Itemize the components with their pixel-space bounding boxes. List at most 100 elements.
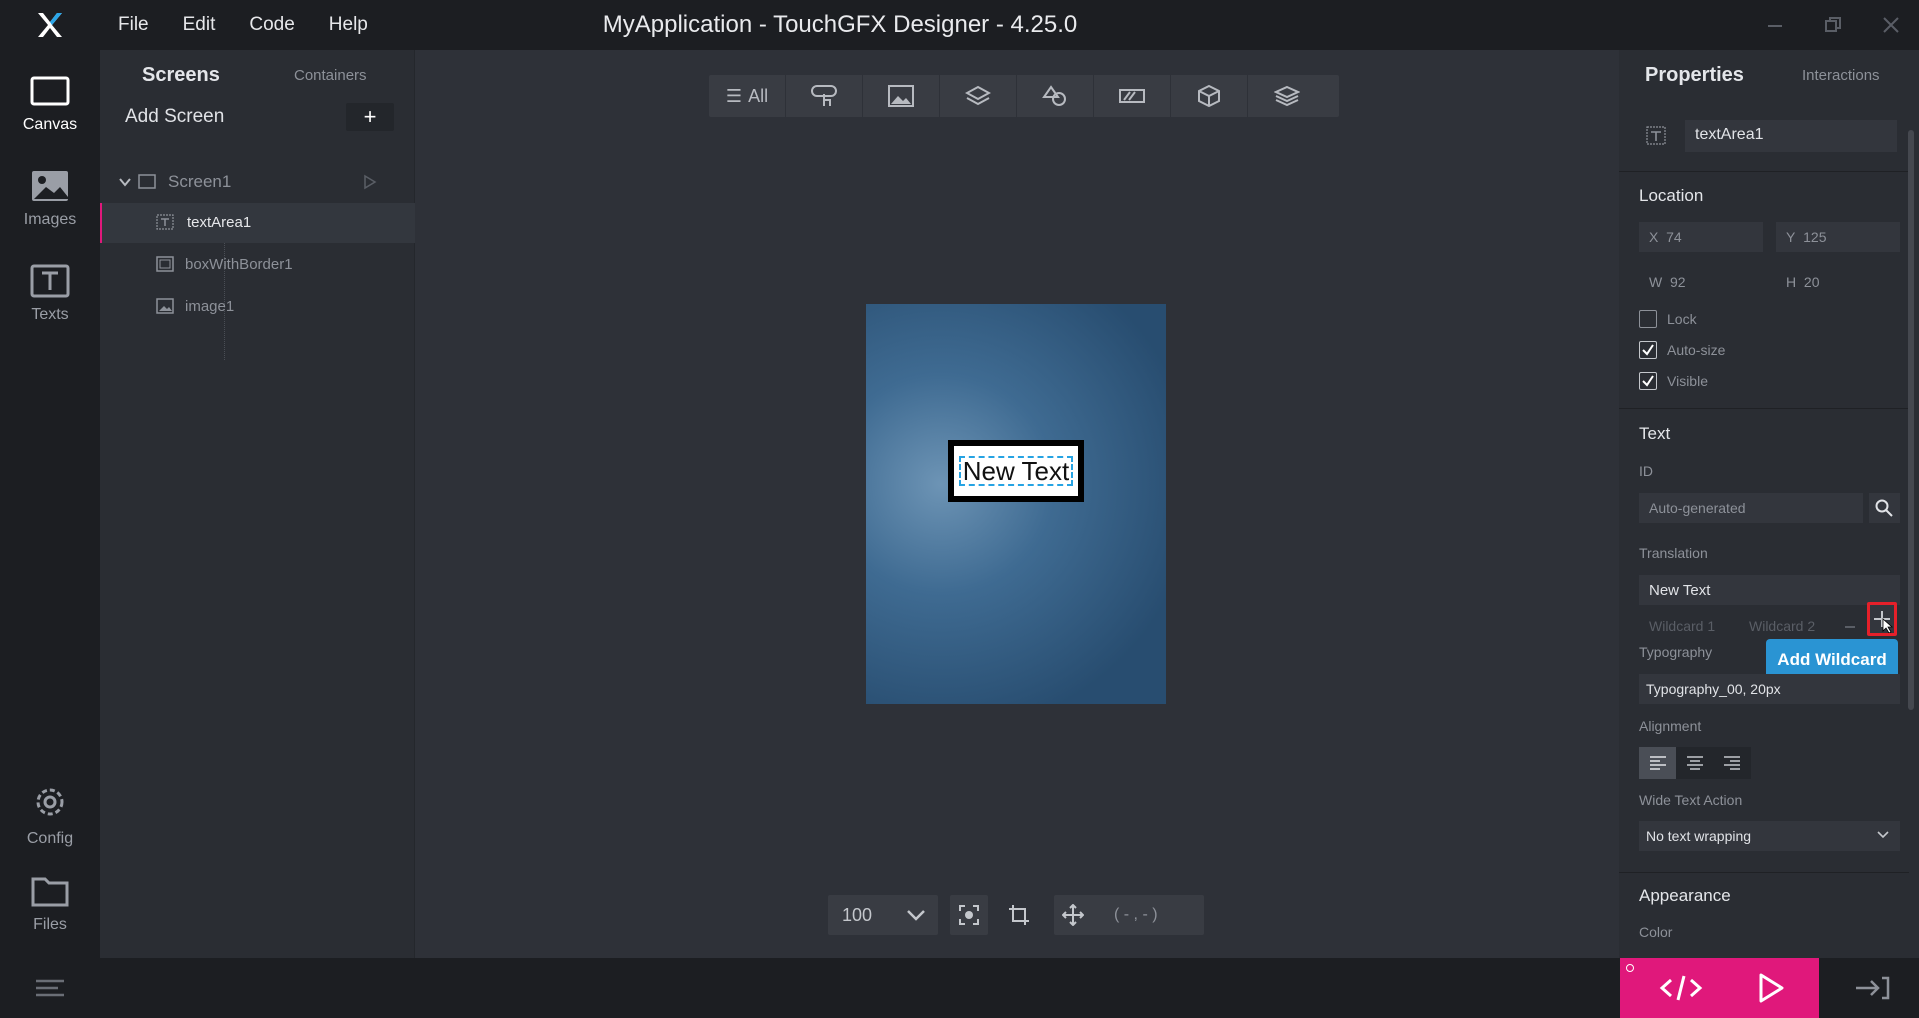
id-label: ID — [1639, 463, 1653, 479]
wide-text-select[interactable]: No text wrapping — [1639, 821, 1900, 851]
tab-properties[interactable]: Properties — [1645, 64, 1744, 87]
checkmark-icon — [1642, 375, 1654, 387]
image-icon — [156, 298, 174, 314]
lock-checkbox[interactable] — [1639, 310, 1657, 328]
rail-config[interactable]: Config — [0, 770, 100, 850]
canvas-icon — [30, 76, 70, 106]
w-value: 92 — [1670, 274, 1686, 290]
align-center-icon — [1686, 756, 1703, 770]
autosize-label: Auto-size — [1667, 342, 1726, 358]
remove-wildcard-icon[interactable] — [1843, 620, 1857, 634]
tree-row-boxwithborder1[interactable]: boxWithBorder1 — [100, 245, 415, 285]
filter-progress-button[interactable] — [1094, 75, 1171, 117]
add-wildcard-button[interactable] — [1867, 602, 1897, 636]
properties-scrollbar[interactable] — [1908, 130, 1914, 710]
cube-icon — [1198, 84, 1220, 108]
tree-row-screen1[interactable]: Screen1 — [100, 162, 415, 202]
plus-icon — [1874, 611, 1894, 634]
coords-value: ( - , - ) — [1114, 906, 1158, 923]
screens-panel: Screens Containers Add Screen + Screen1 … — [100, 50, 415, 958]
rail-files-label: Files — [33, 916, 67, 933]
filter-buttons-button[interactable] — [786, 75, 863, 117]
translation-field[interactable]: New Text — [1639, 575, 1900, 605]
status-dot-icon — [1626, 964, 1634, 972]
typography-label: Typography — [1639, 644, 1713, 660]
filter-3d-button[interactable] — [1171, 75, 1248, 117]
restore-icon[interactable] — [1813, 0, 1853, 50]
filter-shapes-button[interactable] — [1017, 75, 1094, 117]
chevron-down-icon — [907, 910, 925, 921]
rail-texts[interactable]: Texts — [0, 250, 100, 330]
add-screen-button[interactable]: + — [346, 103, 394, 131]
tab-containers[interactable]: Containers — [294, 67, 367, 84]
filter-containers-button[interactable] — [940, 75, 1017, 117]
log-menu-icon[interactable] — [34, 978, 66, 1003]
position-readout: ( - , - ) — [1054, 895, 1204, 935]
visible-checkbox[interactable] — [1639, 372, 1657, 390]
alignment-group — [1639, 747, 1751, 779]
y-value: 125 — [1803, 229, 1827, 245]
align-left-button[interactable] — [1639, 747, 1677, 779]
translation-label: Translation — [1639, 545, 1708, 561]
tree-row-textarea1[interactable]: textArea1 — [100, 203, 415, 243]
text-id-field[interactable]: Auto-generated — [1639, 493, 1863, 523]
x-value: 74 — [1666, 229, 1682, 245]
search-icon — [1875, 499, 1893, 517]
minimize-icon[interactable] — [1755, 0, 1795, 50]
left-rail: Canvas Images Texts Config Files — [0, 50, 100, 1018]
zoom-select[interactable]: 100 — [828, 895, 938, 935]
rail-canvas[interactable]: Canvas — [0, 60, 100, 140]
generate-code-button[interactable] — [1646, 968, 1716, 1008]
rail-canvas-label: Canvas — [22, 116, 78, 133]
section-text: Text — [1639, 424, 1671, 443]
zoom-value: 100 — [842, 904, 873, 925]
add-screen-label: Add Screen — [125, 106, 225, 127]
h-label: H — [1786, 274, 1797, 290]
exit-icon[interactable] — [1852, 975, 1892, 1006]
tab-screens[interactable]: Screens — [142, 64, 220, 87]
chevron-down-icon[interactable] — [118, 175, 132, 189]
tree-screen1-label: Screen1 — [168, 172, 232, 191]
y-field[interactable]: Y 125 — [1776, 222, 1900, 252]
divider — [1619, 408, 1909, 409]
menu-lines-icon: ☰ — [725, 85, 743, 106]
run-simulator-button[interactable] — [1735, 968, 1805, 1008]
filter-images-button[interactable] — [863, 75, 940, 117]
autosize-checkbox[interactable] — [1639, 341, 1657, 359]
w-label: W — [1649, 274, 1663, 290]
screen-preview[interactable]: New Text — [866, 304, 1166, 704]
text-area-icon — [156, 214, 174, 230]
move-icon — [1062, 904, 1084, 926]
preview-text-area[interactable]: New Text — [954, 446, 1078, 496]
rail-config-label: Config — [26, 830, 74, 847]
images-icon — [32, 171, 68, 201]
box-with-border-icon — [156, 256, 174, 272]
preview-text: New Text — [958, 456, 1074, 486]
search-id-button[interactable] — [1869, 493, 1900, 523]
align-right-button[interactable] — [1713, 747, 1751, 779]
rail-files[interactable]: Files — [0, 860, 100, 940]
visible-label: Visible — [1667, 373, 1708, 389]
chevron-down-icon — [1877, 831, 1889, 839]
filter-misc-button[interactable] — [1248, 75, 1325, 117]
layers-icon — [965, 85, 991, 106]
x-field[interactable]: X 74 — [1639, 222, 1763, 252]
wildcard1-label: Wildcard 1 — [1649, 618, 1716, 634]
widget-name-field[interactable]: textArea1 — [1685, 120, 1897, 152]
tree-textarea1-label: textArea1 — [187, 214, 252, 231]
crop-button[interactable] — [1000, 895, 1038, 935]
tab-interactions[interactable]: Interactions — [1802, 67, 1880, 84]
typography-select[interactable]: Typography_00, 20px — [1639, 674, 1900, 704]
section-location: Location — [1639, 186, 1704, 205]
app-window: File Edit Code Help MyApplication - Touc… — [0, 0, 1919, 1018]
rail-images[interactable]: Images — [0, 155, 100, 235]
align-center-button[interactable] — [1676, 747, 1714, 779]
divider — [1619, 171, 1909, 172]
close-icon[interactable] — [1871, 0, 1911, 50]
tree-row-image1[interactable]: image1 — [100, 287, 415, 327]
preview-box-with-border[interactable]: New Text — [948, 440, 1084, 502]
play-screen-icon[interactable] — [362, 174, 378, 190]
y-label: Y — [1786, 229, 1796, 245]
filter-all-button[interactable]: ☰ All — [709, 75, 786, 117]
fit-screen-button[interactable] — [950, 895, 988, 935]
